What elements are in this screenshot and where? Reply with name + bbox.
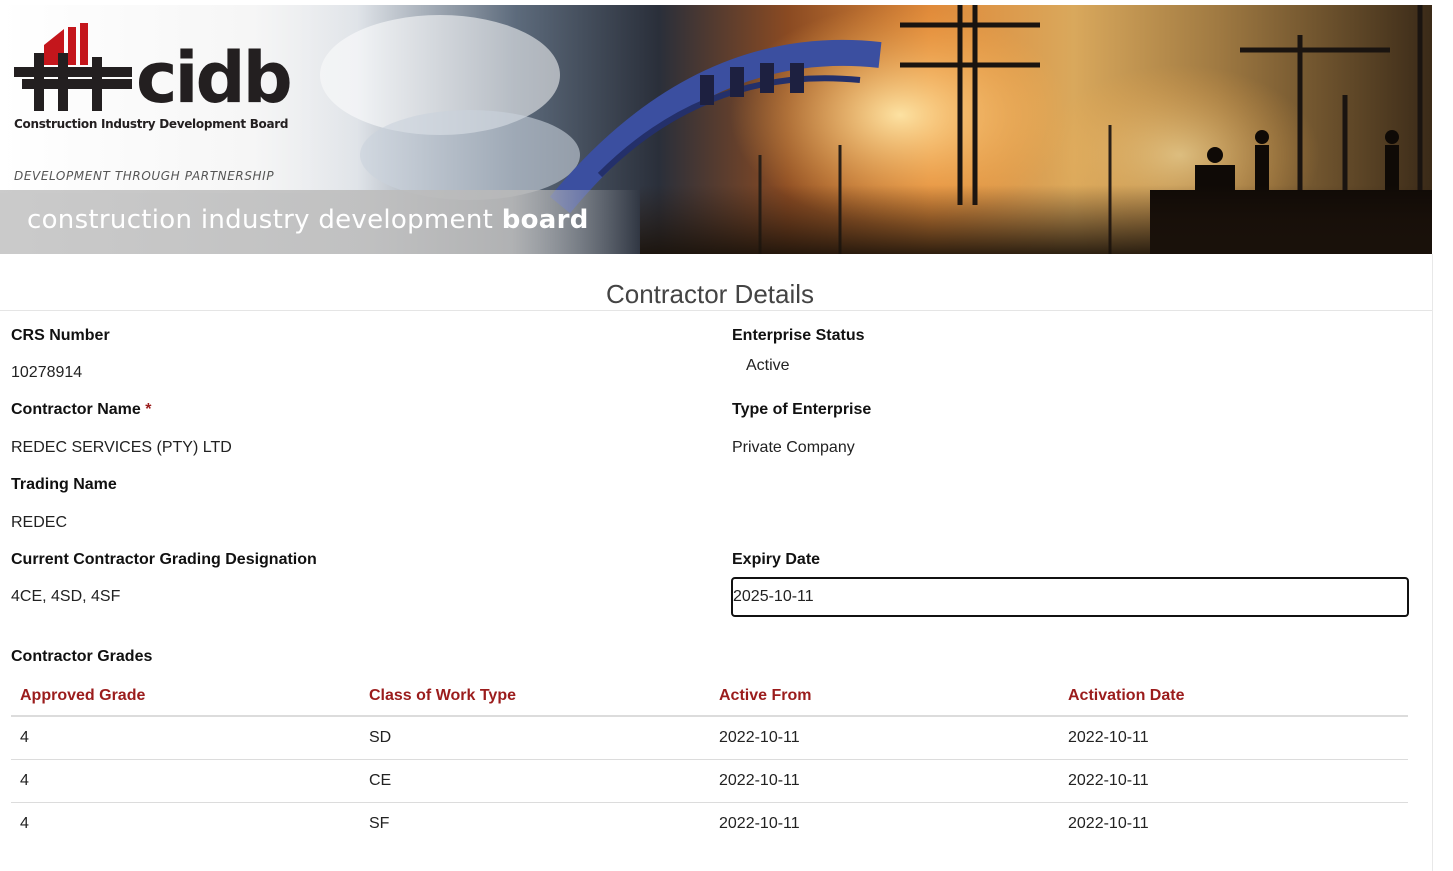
column-header-class-of-work-type: Class of Work Type: [360, 676, 710, 717]
page-title: Contractor Details: [605, 279, 815, 309]
right-border: [1432, 254, 1433, 871]
contractor-name-value: REDEC SERVICES (PTY) LTD: [11, 439, 232, 456]
class-of-work-cell: SF: [369, 814, 390, 832]
enterprise-status-label: Enterprise Status: [732, 327, 865, 344]
contractor-grades-title: Contractor Grades: [11, 648, 153, 665]
contractor-grades-table: Approved Grade Class of Work Type Active…: [11, 676, 1408, 845]
column-header-activation-date: Activation Date: [1059, 676, 1408, 717]
table-header-row: Approved Grade Class of Work Type Active…: [11, 676, 1408, 717]
class-of-work-cell: SD: [360, 716, 710, 760]
grading-designation-label: Current Contractor Grading Designation: [11, 551, 317, 568]
logo-tagline: DEVELOPMENT THROUGH PARTNERSHIP: [14, 169, 275, 183]
activation-date-cell: 2022-10-11: [1059, 759, 1408, 803]
type-of-enterprise-label: Type of Enterprise: [732, 401, 872, 418]
required-asterisk: *: [145, 401, 152, 418]
active-from-cell: 2022-10-11: [710, 716, 1059, 760]
column-header-active-from: Active From: [710, 676, 1059, 717]
title-divider: [0, 310, 1432, 311]
approved-grade-cell: 4: [11, 759, 360, 803]
crs-number-value: 10278914: [11, 364, 83, 381]
expiry-date-field[interactable]: 2025-10-11: [731, 577, 1409, 617]
contractor-name-label-text: Contractor Name: [11, 401, 141, 418]
banner-strip-text-bold: board: [501, 205, 589, 235]
column-header-approved-grade: Approved Grade: [11, 676, 360, 717]
trading-name-value: REDEC: [11, 514, 68, 531]
table-row: 4 SD 2022-10-11 2022-10-11: [11, 716, 1408, 760]
grading-designation-value: 4CE, 4SD, 4SF: [11, 588, 121, 605]
approved-grade-cell: 4: [11, 716, 360, 760]
trading-name-label: Trading Name: [11, 476, 117, 493]
active-from-cell: 2022-10-11: [719, 814, 800, 832]
enterprise-status-value: Active: [746, 357, 790, 374]
cidb-logo-icon: [14, 23, 132, 111]
contractor-name-label: Contractor Name *: [11, 401, 152, 419]
banner-strip-text-regular: construction industry development: [27, 205, 502, 235]
banner-strip-text: construction industry development board: [27, 205, 589, 235]
crs-number-label: CRS Number: [11, 327, 110, 344]
approved-grade-cell: 4: [20, 814, 29, 832]
logo-subtitle: Construction Industry Development Board: [14, 117, 289, 131]
active-from-cell: 2022-10-11: [710, 759, 1059, 803]
table-row: 4 SF 2022-10-11 2022-10-11: [11, 802, 1408, 845]
type-of-enterprise-value: Private Company: [732, 439, 855, 456]
expiry-date-label: Expiry Date: [732, 551, 821, 568]
cidb-logo-text: cidb: [136, 37, 293, 119]
header-banner: cidb Construction Industry Development B…: [0, 5, 1432, 254]
table-row: 4 CE 2022-10-11 2022-10-11: [11, 759, 1408, 803]
activation-date-cell: 2022-10-11: [1059, 716, 1408, 760]
class-of-work-cell: CE: [360, 759, 710, 803]
activation-date-cell: 2022-10-11: [1068, 814, 1149, 832]
